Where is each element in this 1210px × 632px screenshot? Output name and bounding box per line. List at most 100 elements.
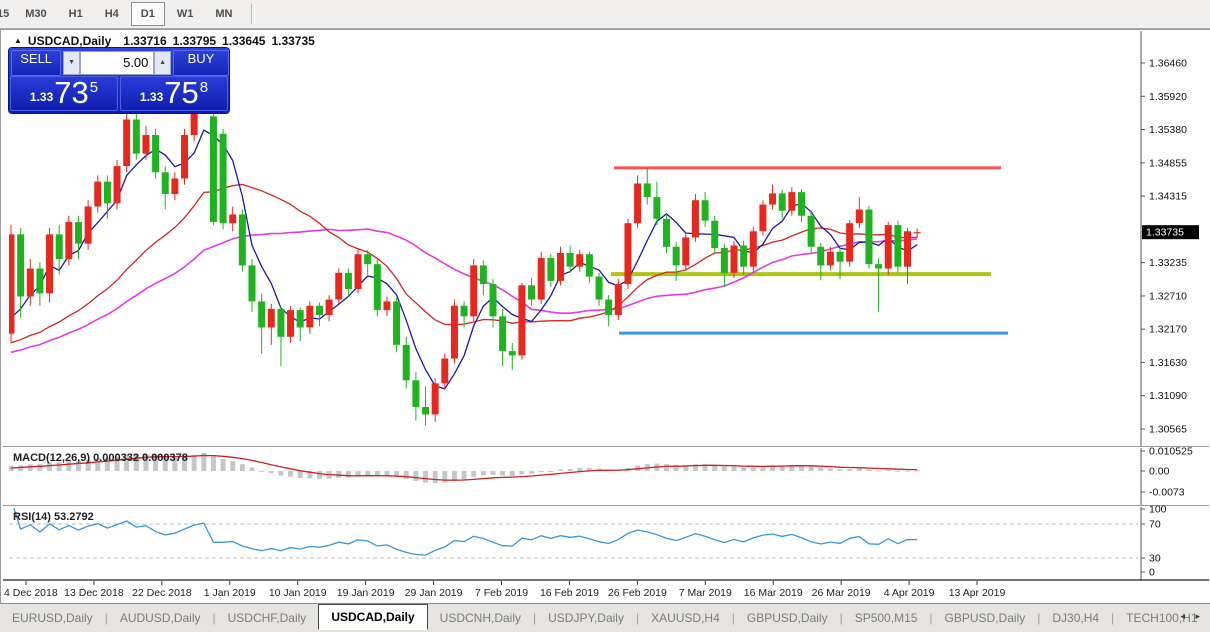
buy-price-display[interactable]: 1.33 75 8 bbox=[120, 76, 228, 111]
candle bbox=[287, 310, 294, 337]
volume-decrease-button[interactable]: ▼ bbox=[63, 51, 79, 75]
candle bbox=[682, 237, 689, 265]
timeframe-button-w1[interactable]: W1 bbox=[167, 2, 204, 26]
tab-audusd-daily[interactable]: AUDUSD,Daily bbox=[108, 606, 213, 630]
candle bbox=[162, 172, 169, 194]
tab-usdchf-daily[interactable]: USDCHF,Daily bbox=[216, 606, 319, 630]
candle bbox=[904, 231, 911, 266]
tab-scroll-arrows[interactable]: ◂ ▸ bbox=[1180, 611, 1204, 622]
timeframe-button-d1[interactable]: D1 bbox=[131, 2, 165, 26]
svg-text:10 Jan 2019: 10 Jan 2019 bbox=[269, 587, 327, 599]
candle bbox=[441, 359, 448, 384]
svg-text:4 Apr 2019: 4 Apr 2019 bbox=[884, 587, 935, 599]
svg-text:1.36460: 1.36460 bbox=[1149, 58, 1187, 70]
svg-text:1.33735: 1.33735 bbox=[1146, 227, 1184, 239]
sell-price-base: 1.33 bbox=[30, 90, 53, 104]
timeframe-button-mn[interactable]: MN bbox=[205, 2, 242, 26]
svg-text:16 Mar 2019: 16 Mar 2019 bbox=[744, 587, 803, 599]
chart-canvas[interactable]: 1.364601.359201.353801.348551.343151.332… bbox=[1, 30, 1210, 604]
candle bbox=[798, 192, 805, 216]
collapse-triangle-icon[interactable]: ▲ bbox=[14, 36, 22, 45]
candle bbox=[914, 232, 921, 233]
candle bbox=[528, 285, 535, 299]
svg-text:1.32710: 1.32710 bbox=[1149, 290, 1187, 302]
sell-price-display[interactable]: 1.33 73 5 bbox=[10, 76, 118, 111]
tab-usdcad-daily[interactable]: USDCAD,Daily bbox=[318, 604, 427, 630]
svg-text:7 Mar 2019: 7 Mar 2019 bbox=[679, 587, 732, 599]
tab-xauusd-h4[interactable]: XAUUSD,H4 bbox=[639, 606, 732, 630]
one-click-trading-panel: SELL ▼ 5.00 ▲ BUY 1.33 73 5 1.33 75 8 bbox=[9, 48, 229, 113]
open-value: 1.33716 bbox=[123, 34, 166, 48]
candle bbox=[412, 380, 419, 407]
svg-text:19 Jan 2019: 19 Jan 2019 bbox=[337, 587, 395, 599]
chart-window: ▲ USDCAD,Daily 1.337161.337951.336451.33… bbox=[0, 29, 1210, 603]
candle bbox=[75, 222, 82, 244]
candle bbox=[403, 345, 410, 380]
candle bbox=[663, 219, 670, 247]
candle bbox=[258, 301, 265, 327]
svg-text:0.00: 0.00 bbox=[1149, 466, 1170, 478]
tab-eurusd-daily[interactable]: EURUSD,Daily bbox=[0, 606, 105, 630]
timeframe-button-h4[interactable]: H4 bbox=[95, 2, 129, 26]
candle bbox=[856, 210, 863, 224]
candle bbox=[759, 205, 766, 232]
candle bbox=[817, 247, 824, 266]
svg-text:70: 70 bbox=[1149, 519, 1161, 531]
svg-text:RSI(14) 53.2792: RSI(14) 53.2792 bbox=[13, 511, 94, 523]
svg-text:1.30565: 1.30565 bbox=[1149, 424, 1187, 436]
low-value: 1.33645 bbox=[222, 34, 265, 48]
svg-text:1.31090: 1.31090 bbox=[1149, 390, 1187, 402]
tab-gbpusd-daily[interactable]: GBPUSD,Daily bbox=[933, 606, 1038, 630]
candle bbox=[65, 222, 72, 259]
svg-text:1.34855: 1.34855 bbox=[1149, 157, 1187, 169]
sell-button[interactable]: SELL bbox=[11, 50, 61, 76]
candle bbox=[673, 247, 680, 266]
svg-text:0: 0 bbox=[1149, 567, 1155, 579]
tab-usdjpy-daily[interactable]: USDJPY,Daily bbox=[536, 606, 636, 630]
volume-input[interactable]: 5.00 bbox=[80, 51, 155, 75]
tab-usdcnh-daily[interactable]: USDCNH,Daily bbox=[428, 606, 533, 630]
symbol-label: USDCAD,Daily bbox=[28, 34, 111, 48]
timeframe-button-15[interactable]: 15 bbox=[0, 2, 13, 26]
candle bbox=[210, 116, 217, 222]
close-value: 1.33735 bbox=[271, 34, 314, 48]
candle bbox=[470, 265, 477, 316]
candle bbox=[152, 135, 159, 172]
candle bbox=[624, 223, 631, 284]
rsi-label: RSI(14) 53.2792 bbox=[13, 511, 94, 523]
candle bbox=[490, 284, 497, 316]
tab-gbpusd-daily[interactable]: GBPUSD,Daily bbox=[735, 606, 840, 630]
chart-title: ▲ USDCAD,Daily 1.337161.337951.336451.33… bbox=[14, 34, 315, 48]
svg-text:29 Jan 2019: 29 Jan 2019 bbox=[405, 587, 463, 599]
svg-text:30: 30 bbox=[1149, 553, 1161, 565]
svg-text:4 Dec 2018: 4 Dec 2018 bbox=[4, 587, 58, 599]
candle bbox=[731, 246, 738, 273]
svg-text:1.33235: 1.33235 bbox=[1149, 257, 1187, 269]
candle bbox=[451, 306, 458, 359]
timeframe-button-m30[interactable]: M30 bbox=[15, 2, 56, 26]
svg-text:7 Feb 2019: 7 Feb 2019 bbox=[475, 587, 528, 599]
candle bbox=[461, 306, 468, 317]
candle bbox=[846, 223, 853, 261]
tab-dj30-h4[interactable]: DJ30,H4 bbox=[1040, 606, 1111, 630]
candle bbox=[702, 200, 709, 220]
timeframe-button-h1[interactable]: H1 bbox=[59, 2, 93, 26]
svg-text:1 Jan 2019: 1 Jan 2019 bbox=[204, 587, 256, 599]
candle bbox=[827, 252, 834, 266]
candle bbox=[46, 234, 53, 293]
candle bbox=[692, 200, 699, 237]
volume-increase-button[interactable]: ▲ bbox=[154, 51, 170, 75]
candle bbox=[885, 225, 892, 268]
buy-button[interactable]: BUY bbox=[173, 50, 229, 76]
candle bbox=[239, 214, 246, 265]
current-price-tag: 1.33735 bbox=[1142, 225, 1199, 239]
tab-sp500-m15[interactable]: SP500,M15 bbox=[843, 606, 930, 630]
candle bbox=[220, 134, 227, 223]
svg-text:1.32170: 1.32170 bbox=[1149, 324, 1187, 336]
macd-label: MACD(12,26,9) 0.000332 0.000378 bbox=[13, 452, 188, 464]
candle bbox=[567, 253, 574, 267]
candle bbox=[229, 214, 236, 223]
candle bbox=[596, 277, 603, 300]
candle bbox=[557, 253, 564, 281]
candle bbox=[393, 301, 400, 344]
